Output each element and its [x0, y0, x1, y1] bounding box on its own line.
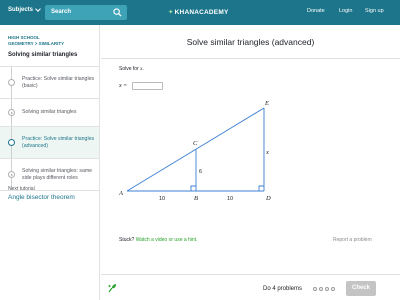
- search-icon[interactable]: [113, 8, 122, 17]
- point-b-label: B: [194, 195, 198, 202]
- sidebar-item-video[interactable]: Solving similar triangles: [0, 99, 99, 127]
- play-icon: [8, 171, 15, 178]
- breadcrumb-unit[interactable]: GEOMETRY > SIMILARITY: [8, 41, 64, 47]
- stuck-label: Stuck?: [119, 237, 135, 243]
- point-e-label: E: [264, 100, 269, 107]
- progress-dots: [313, 287, 335, 291]
- sidebar-item-practice-basic[interactable]: Practice: Solve similar triangles (basic…: [0, 67, 99, 99]
- exercise-node-icon: [8, 139, 15, 146]
- stuck-prompt: Stuck? Watch a video or use a hint.: [119, 237, 197, 243]
- side-ab-label: 10: [159, 196, 165, 202]
- search-placeholder: Search: [51, 9, 72, 15]
- side-bd-label: 10: [227, 196, 233, 202]
- point-c-label: C: [193, 140, 198, 147]
- sidebar-item-label: Solving similar triangles: [22, 109, 77, 116]
- right-angle-mark-b: [190, 185, 196, 191]
- point-d-label: D: [265, 195, 271, 202]
- similar-triangles-figure: A B C D E x 10 10 6: [118, 100, 271, 202]
- point-a-label: A: [118, 190, 123, 197]
- right-angle-mark-d: [258, 185, 264, 191]
- check-button[interactable]: Check: [346, 281, 376, 296]
- progress-dot: [325, 287, 329, 291]
- divider: [101, 274, 400, 275]
- sidebar-item-label: Practice: Solve similar triangles (advan…: [22, 136, 95, 149]
- chevron-down-icon: [35, 6, 41, 12]
- hint-link[interactable]: Watch a video or use a hint.: [136, 237, 198, 243]
- play-icon: [8, 109, 15, 116]
- tutorial-sidebar: HIGH SCHOOL GEOMETRY > SIMILARITY Solvin…: [0, 25, 100, 300]
- khan-academy-logo[interactable]: ✦KHANACADEMY: [168, 8, 229, 16]
- sidebar-item-label: Practice: Solve similar triangles (basic…: [22, 76, 95, 89]
- subjects-label: Subjects: [8, 7, 34, 13]
- progress-dot: [319, 287, 323, 291]
- next-tutorial-link[interactable]: Angle bisector theorem: [8, 194, 75, 201]
- next-tutorial-label: Next tutorial: [8, 186, 35, 192]
- progress-dot: [331, 287, 335, 291]
- progress-dot: [313, 287, 317, 291]
- login-link[interactable]: Login: [339, 8, 352, 14]
- subjects-menu[interactable]: Subjects: [8, 6, 41, 13]
- tutorial-title: Solving similar triangles: [8, 52, 78, 58]
- do-problems-label: Do 4 problems: [263, 286, 303, 292]
- exercise-panel: Solve similar triangles (advanced) Solve…: [101, 25, 400, 300]
- breadcrumb: HIGH SCHOOL GEOMETRY > SIMILARITY: [8, 35, 64, 47]
- side-bc-label: 6: [199, 169, 202, 175]
- donate-link[interactable]: Donate: [307, 8, 325, 14]
- search-input[interactable]: Search: [45, 5, 127, 20]
- side-de-label: x: [265, 149, 269, 156]
- logo-text: KHANACADEMY: [174, 9, 229, 16]
- report-problem-link[interactable]: Report a problem: [333, 237, 372, 243]
- leaf-logo-icon: ✦: [168, 9, 174, 16]
- signup-link[interactable]: Sign up: [365, 8, 384, 14]
- top-navigation-bar: Subjects Search ✦KHANACADEMY Donate Logi…: [0, 0, 400, 25]
- sidebar-item-label: Solving similar triangles: same side pla…: [22, 168, 93, 181]
- sidebar-item-practice-advanced[interactable]: Practice: Solve similar triangles (advan…: [0, 127, 99, 159]
- exercise-node-icon: [8, 79, 15, 86]
- scratchpad-icon[interactable]: [107, 283, 117, 293]
- hypotenuse-ae: [126, 107, 265, 192]
- tutorial-item-list: Practice: Solve similar triangles (basic…: [0, 66, 99, 191]
